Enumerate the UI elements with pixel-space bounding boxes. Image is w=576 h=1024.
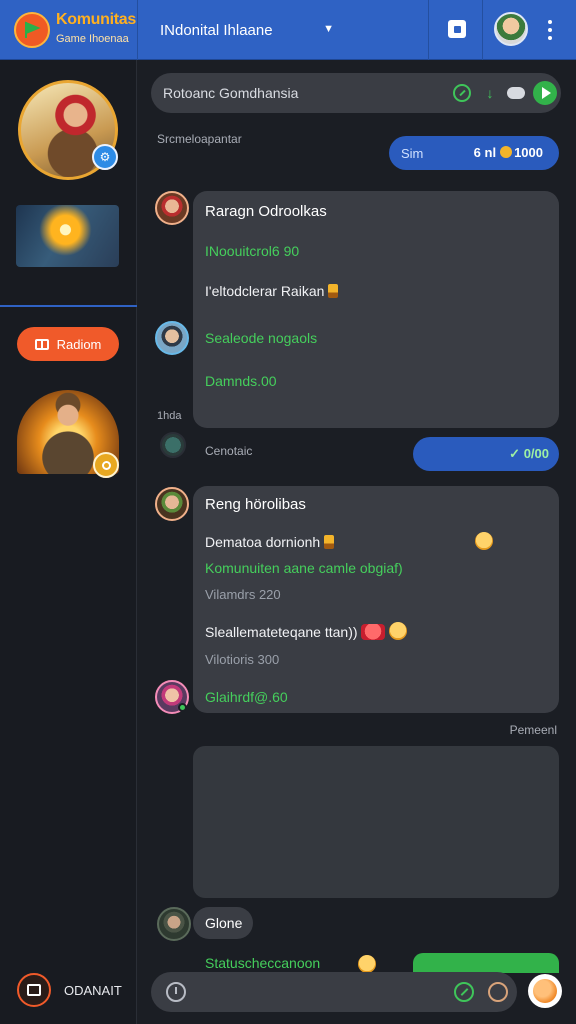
pill-left-text: Sim xyxy=(401,146,424,161)
brand-name: Komunitas xyxy=(56,11,136,28)
community-selector[interactable]: INdonital Ihlaane ▼ xyxy=(138,14,342,46)
avatar[interactable] xyxy=(160,432,186,458)
battle-banner-image[interactable] xyxy=(16,205,119,267)
reward-pill[interactable]: Sim 6 nl 1000 xyxy=(389,136,559,170)
avatar[interactable] xyxy=(157,907,191,941)
chat-title: Rotoanc Gomdhansia xyxy=(163,85,299,101)
more-vertical-icon[interactable] xyxy=(540,16,560,44)
message-bubble: Glone xyxy=(193,907,253,939)
sidebar-bottom-label[interactable]: ODANAIT xyxy=(64,983,122,998)
emoji-icon xyxy=(475,532,493,550)
sidebar-divider xyxy=(0,305,137,307)
gift-icon xyxy=(361,624,386,640)
message-line: Vilamdrs 220 xyxy=(205,587,281,602)
pill-value-text: 0/00 xyxy=(523,446,549,461)
top-app-bar: Komunitas Game Ihoenaa INdonital Ihlaane… xyxy=(0,0,576,60)
pill-count: 6 nl xyxy=(473,145,497,160)
message-composer[interactable] xyxy=(151,972,517,1012)
sidebar-action-button[interactable]: Radiom xyxy=(17,327,119,361)
emoji-icon xyxy=(389,622,408,640)
message-line: Sealeode nogaols xyxy=(205,330,318,346)
pill-value: ✓ 0/00 xyxy=(509,446,549,461)
divider xyxy=(428,0,429,60)
status-pill[interactable]: ✓ 0/00 xyxy=(413,437,559,471)
message-text: Dematoa dornionh xyxy=(205,534,321,550)
message-line: INoouitcrol6 90 xyxy=(205,243,300,259)
avatar[interactable] xyxy=(155,321,189,355)
section-label: Cenotaic xyxy=(205,444,253,458)
calendar-icon[interactable] xyxy=(17,973,51,1007)
message-text: Glone xyxy=(205,915,243,931)
download-icon[interactable]: ↓ xyxy=(481,84,499,102)
soldier-badge-icon xyxy=(93,452,119,478)
timestamp: 1hda xyxy=(157,410,182,422)
community-title: INdonital Ihlaane xyxy=(160,21,273,39)
message-text: I'eltodclerar Raikan xyxy=(205,283,325,299)
divider xyxy=(482,0,483,60)
coin-value: 1000 xyxy=(514,145,543,160)
reply-bubble xyxy=(413,953,559,973)
message-card: Raragn Odroolkas INoouitcrol6 90 I'eltod… xyxy=(193,191,559,428)
message-author: Reng hörolibas xyxy=(205,496,306,513)
message-line: Damnds.00 xyxy=(205,373,277,389)
pill-right-text: 6 nl 1000 xyxy=(474,145,543,160)
emoji-icon[interactable] xyxy=(528,974,562,1008)
avatar[interactable] xyxy=(155,191,189,225)
chat-title-bar[interactable]: Rotoanc Gomdhansia ↓ xyxy=(151,73,561,113)
coin-icon xyxy=(500,146,513,158)
flag-icon xyxy=(328,284,339,298)
logo-flag-icon[interactable] xyxy=(14,12,50,48)
book-icon xyxy=(34,338,49,350)
message-line: Komunuiten aane camle obgiaf) xyxy=(205,560,403,576)
section-label: Pemeenl xyxy=(509,723,557,737)
clock-icon[interactable] xyxy=(166,982,186,1002)
media-placeholder[interactable] xyxy=(193,746,559,898)
cookie-icon[interactable] xyxy=(488,982,508,1002)
message-line: Statuscheccanoon xyxy=(205,955,321,971)
brand-subtitle: Game Ihoenaa xyxy=(56,33,129,45)
online-indicator xyxy=(178,703,187,712)
message-line: Dematoa dornionh xyxy=(205,534,335,550)
hero-badge-icon: ⚙ xyxy=(92,144,118,170)
send-icon[interactable] xyxy=(533,81,557,105)
pen-icon[interactable] xyxy=(454,982,474,1002)
chevron-down-icon: ▼ xyxy=(323,23,334,35)
emoji-icon xyxy=(358,955,376,973)
check-circle-icon[interactable] xyxy=(453,84,471,102)
cloud-icon[interactable] xyxy=(507,87,525,99)
message-line: Vilotioris 300 xyxy=(205,652,280,667)
section-label: Srcmeloapantar xyxy=(157,132,242,146)
flag-icon xyxy=(324,535,335,549)
sidebar: ⚙ Radiom ODANAIT xyxy=(0,60,137,1024)
user-avatar[interactable] xyxy=(494,12,528,46)
message-author: Raragn Odroolkas xyxy=(205,203,327,220)
avatar[interactable] xyxy=(155,487,189,521)
sidebar-action-label: Radiom xyxy=(56,336,102,352)
message-line: Glaihrdf@.60 xyxy=(205,689,288,705)
message-line: Sleallemateteqane ttan)) xyxy=(205,622,408,640)
message-card: Reng hörolibas Dematoa dornionh Komunuit… xyxy=(193,486,559,713)
save-icon[interactable] xyxy=(448,20,466,38)
message-text: Sleallemateteqane ttan)) xyxy=(205,624,358,640)
message-line: I'eltodclerar Raikan xyxy=(205,283,339,299)
